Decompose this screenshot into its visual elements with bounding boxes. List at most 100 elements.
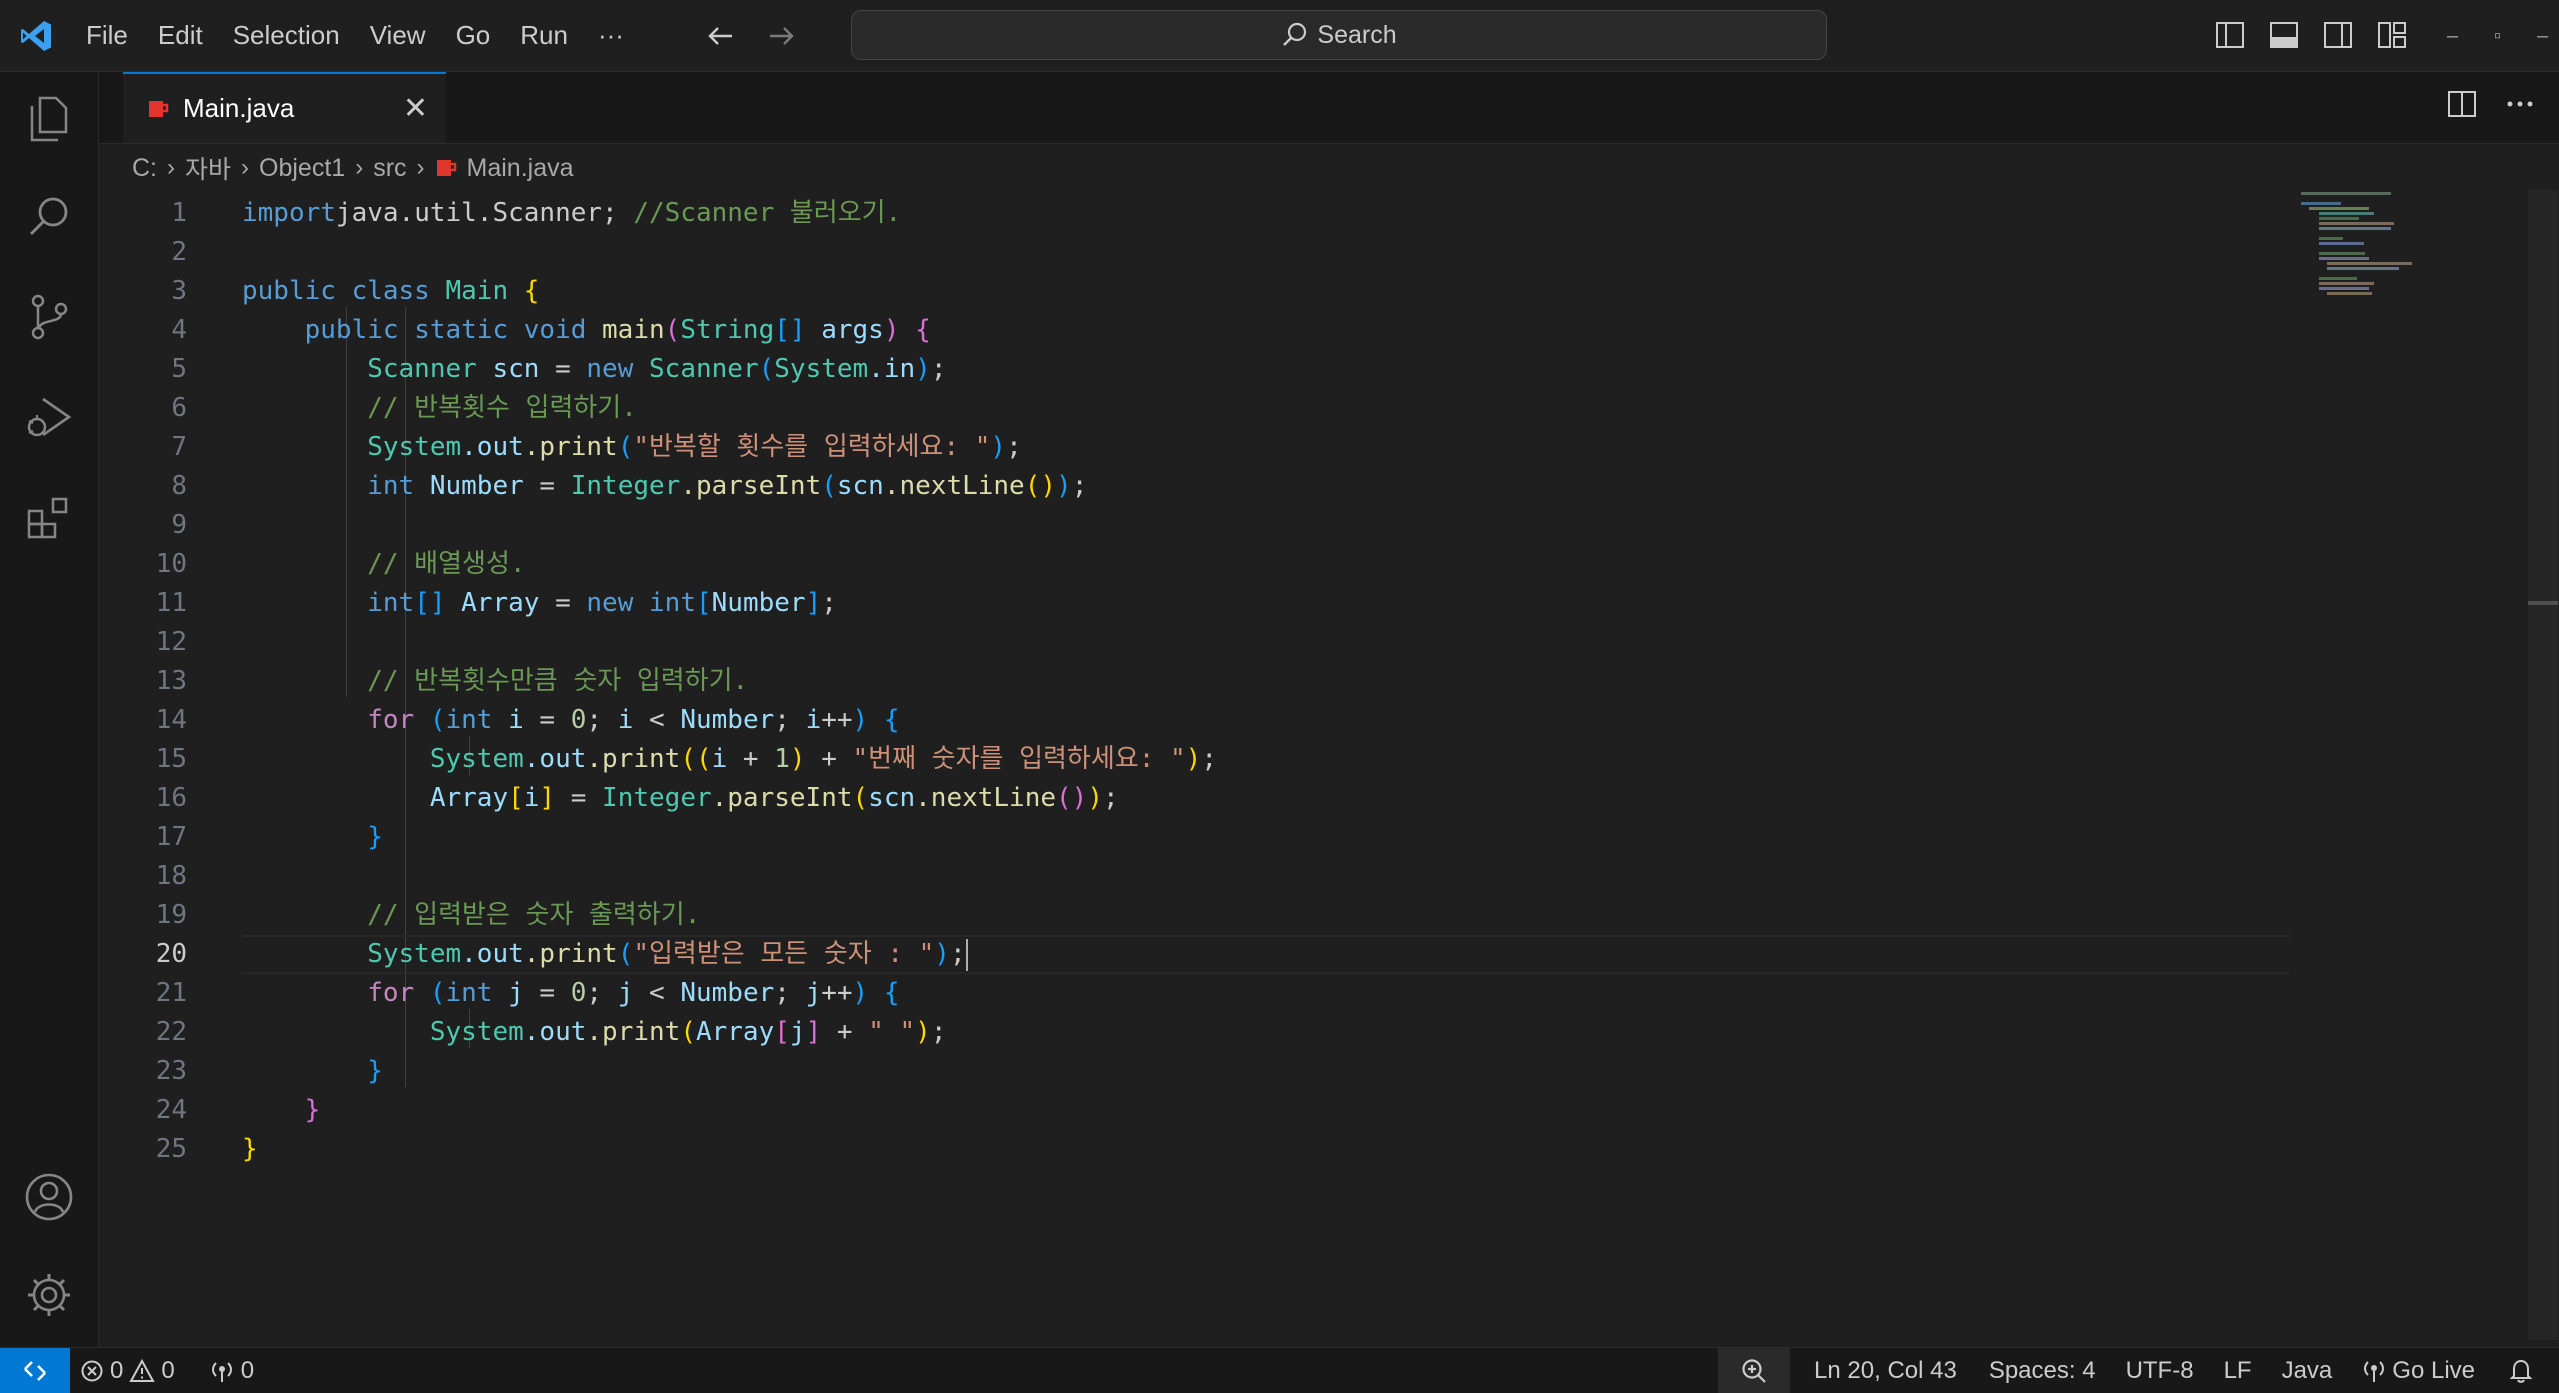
- code-token: (: [680, 1017, 696, 1047]
- line-number: 12: [155, 627, 187, 657]
- code-token: Array: [242, 783, 509, 813]
- code-token: public static void: [242, 315, 603, 345]
- code-token: for: [242, 705, 430, 735]
- line-number: 20: [155, 939, 187, 969]
- code-line[interactable]: 1 importjava.util.Scanner; //Scanner 불러오기…: [99, 194, 2290, 233]
- code-token: scn: [868, 783, 916, 813]
- code-line[interactable]: 12: [99, 623, 2290, 662]
- line-number: 7: [171, 432, 187, 462]
- code-token: new: [586, 588, 650, 618]
- language-mode[interactable]: Java: [2272, 1348, 2343, 1393]
- breadcrumb-folder-src[interactable]: src: [373, 154, 406, 183]
- code-line[interactable]: 18: [99, 857, 2290, 896]
- code-line[interactable]: 17 }: [99, 818, 2290, 857]
- split-editor-icon[interactable]: [2447, 90, 2477, 123]
- code-line[interactable]: 20 System.out.print("입력받은 모든 숫자 : ");: [99, 935, 2290, 974]
- menu-more[interactable]: ···: [583, 0, 639, 71]
- code-line[interactable]: 13 // 반복횟수만큼 숫자 입력하기.: [99, 662, 2290, 701]
- breadcrumb-drive[interactable]: C:: [132, 154, 157, 183]
- code-line[interactable]: 8 int Number = Integer.parseInt(scn.next…: [99, 467, 2290, 506]
- code-line[interactable]: 15 System.out.print((i + 1) + "번째 숫자를 입력…: [99, 740, 2290, 779]
- code-token: .print: [523, 939, 618, 969]
- more-actions-icon[interactable]: [2505, 90, 2535, 123]
- problems-indicator[interactable]: 0 0: [70, 1348, 185, 1393]
- tab-main-java[interactable]: Main.java ✕: [123, 72, 446, 143]
- close-window-button[interactable]: –: [2520, 18, 2559, 54]
- ports-indicator[interactable]: 0: [199, 1348, 264, 1393]
- code-line[interactable]: 6 // 반복횟수 입력하기.: [99, 389, 2290, 428]
- line-number: 3: [171, 276, 187, 306]
- explorer-icon[interactable]: [0, 72, 98, 162]
- remote-indicator-icon[interactable]: [0, 1348, 70, 1393]
- code-token: (: [617, 432, 634, 462]
- search-view-icon[interactable]: [0, 172, 98, 262]
- code-line[interactable]: 25}: [99, 1130, 2290, 1169]
- code-line[interactable]: 4 public static void main(String[] args)…: [99, 311, 2290, 350]
- code-line[interactable]: 10 // 배열생성.: [99, 545, 2290, 584]
- breadcrumb-folder-java[interactable]: 자바: [185, 150, 231, 186]
- notifications-bell-icon[interactable]: [2499, 1348, 2543, 1393]
- line-number: 4: [171, 315, 187, 345]
- customize-layout-icon[interactable]: [2374, 17, 2410, 53]
- run-debug-icon[interactable]: [0, 372, 98, 462]
- toggle-panel-icon[interactable]: [2266, 17, 2302, 53]
- restore-button[interactable]: ▫: [2475, 18, 2520, 54]
- code-token: Scanner: [649, 354, 759, 384]
- code-line[interactable]: 9: [99, 506, 2290, 545]
- back-arrow-icon[interactable]: [701, 16, 741, 56]
- extensions-icon[interactable]: [0, 472, 98, 562]
- code-line[interactable]: 23 }: [99, 1052, 2290, 1091]
- code-token: (: [821, 471, 837, 501]
- menu-go[interactable]: Go: [441, 0, 506, 71]
- line-number: 2: [171, 237, 187, 267]
- code-line[interactable]: 19 // 입력받은 숫자 출력하기.: [99, 896, 2290, 935]
- error-icon: [81, 1360, 103, 1381]
- scrollbar-cursor-marker: [2528, 601, 2558, 605]
- code-line[interactable]: 3 public class Main {: [99, 272, 2290, 311]
- code-line[interactable]: 14 for (int i = 0; i < Number; i++) {: [99, 701, 2290, 740]
- line-ending[interactable]: LF: [2214, 1348, 2262, 1393]
- source-control-icon[interactable]: [0, 272, 98, 362]
- code-text: // 입력받은 숫자 출력하기.: [242, 896, 700, 935]
- settings-gear-icon[interactable]: [0, 1250, 98, 1340]
- command-center-search[interactable]: Search: [851, 10, 1827, 60]
- code-line[interactable]: 22 System.out.print(Array[j] + " ");: [99, 1013, 2290, 1052]
- indentation[interactable]: Spaces: 4: [1979, 1348, 2106, 1393]
- accounts-icon[interactable]: [0, 1152, 98, 1242]
- toggle-primary-sidebar-icon[interactable]: [2212, 17, 2248, 53]
- go-live-label: Go Live: [2392, 1356, 2475, 1384]
- code-line[interactable]: 2: [99, 233, 2290, 272]
- cursor-position[interactable]: Ln 20, Col 43: [1804, 1348, 1967, 1393]
- code-line[interactable]: 21 for (int j = 0; j < Number; j++) {: [99, 974, 2290, 1013]
- go-live-button[interactable]: Go Live: [2352, 1348, 2485, 1393]
- menu-selection[interactable]: Selection: [218, 0, 355, 71]
- ports-count: 0: [240, 1356, 255, 1384]
- toggle-secondary-sidebar-icon[interactable]: [2320, 17, 2356, 53]
- chevron-right-icon: ›: [241, 154, 250, 181]
- forward-arrow-icon[interactable]: [761, 16, 801, 56]
- code-token: ;: [930, 1017, 947, 1047]
- menu-edit[interactable]: Edit: [143, 0, 218, 71]
- breadcrumb-folder-object1[interactable]: Object1: [259, 154, 345, 183]
- code-line[interactable]: 24 }: [99, 1091, 2290, 1130]
- code-line[interactable]: 16 Array[i] = Integer.parseInt(scn.nextL…: [99, 779, 2290, 818]
- menu-file[interactable]: File: [71, 0, 143, 71]
- code-line[interactable]: 11 int[] Array = new int[Number];: [99, 584, 2290, 623]
- code-line[interactable]: 7 System.out.print("반복할 횟수를 입력하세요: ");: [99, 428, 2290, 467]
- code-token: System: [242, 939, 462, 969]
- code-text: // 반복횟수 입력하기.: [242, 389, 637, 428]
- zoom-icon[interactable]: [1718, 1348, 1791, 1393]
- breadcrumb-file[interactable]: Main.java: [467, 154, 574, 183]
- code-editor[interactable]: 1 importjava.util.Scanner; //Scanner 불러오기…: [99, 190, 2559, 1340]
- encoding[interactable]: UTF-8: [2116, 1348, 2204, 1393]
- code-token: ): [990, 432, 1007, 462]
- minimize-button[interactable]: –: [2430, 18, 2475, 54]
- menu-view[interactable]: View: [355, 0, 441, 71]
- tab-close-button[interactable]: ✕: [403, 91, 428, 126]
- minimap[interactable]: [2295, 190, 2445, 300]
- code-token: ++: [821, 705, 853, 735]
- menu-run[interactable]: Run: [505, 0, 583, 71]
- vertical-scrollbar[interactable]: [2528, 190, 2558, 1340]
- code-line[interactable]: 5 Scanner scn = new Scanner(System.in);: [99, 350, 2290, 389]
